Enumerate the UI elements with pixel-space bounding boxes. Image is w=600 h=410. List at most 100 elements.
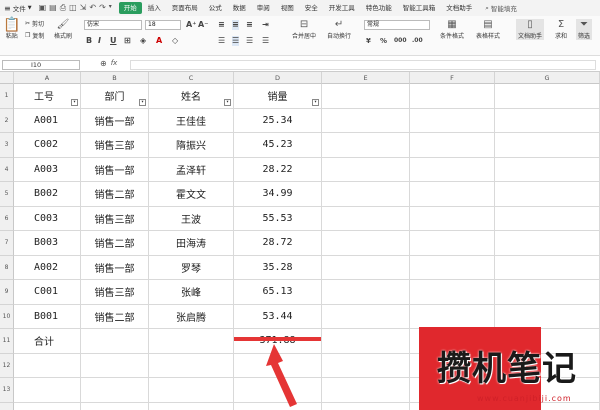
cell-G2[interactable] bbox=[495, 108, 600, 133]
preview-icon[interactable]: ◫ bbox=[69, 3, 77, 13]
underline-button[interactable]: U bbox=[110, 36, 117, 46]
format-painter-button[interactable]: 🖌 格式刷 bbox=[54, 19, 72, 40]
cell-E8[interactable] bbox=[322, 255, 410, 280]
column-header-C[interactable]: C bbox=[149, 72, 234, 84]
filter-dropdown-icon[interactable]: ▾ bbox=[224, 98, 231, 106]
fill-color-icon[interactable]: ◈ bbox=[140, 36, 146, 46]
cell-E3[interactable] bbox=[322, 133, 410, 158]
align-top-icon[interactable]: ≡ bbox=[218, 20, 225, 30]
tab-3[interactable]: 公式 bbox=[204, 2, 227, 14]
cell-G4[interactable] bbox=[495, 157, 600, 182]
italic-button[interactable]: I bbox=[98, 36, 101, 46]
column-header-F[interactable]: F bbox=[410, 72, 495, 84]
align-left-icon[interactable]: ☰ bbox=[218, 36, 225, 46]
row-header-7[interactable]: 7 bbox=[0, 231, 14, 256]
cell-C14[interactable] bbox=[149, 402, 234, 410]
border-icon[interactable]: ⊞ bbox=[124, 36, 131, 46]
cell-A14[interactable] bbox=[14, 402, 81, 410]
cell-F6[interactable] bbox=[410, 206, 495, 231]
cell-C3[interactable]: 隋振兴 bbox=[149, 133, 234, 158]
undo-icon[interactable]: ↶ bbox=[89, 3, 96, 13]
cell-F4[interactable] bbox=[410, 157, 495, 182]
cell-B2[interactable]: 销售一部 bbox=[81, 108, 149, 133]
filter-dropdown-icon[interactable]: ▾ bbox=[71, 98, 78, 106]
row-header-8[interactable]: 8 bbox=[0, 255, 14, 280]
row-header-14[interactable]: 14 bbox=[0, 402, 14, 410]
justify-icon[interactable]: ☰ bbox=[262, 36, 269, 46]
tab-7[interactable]: 安全 bbox=[300, 2, 323, 14]
cell-G1[interactable] bbox=[495, 84, 600, 109]
cell-E13[interactable] bbox=[322, 378, 410, 403]
open-icon[interactable]: ▤ bbox=[49, 3, 57, 13]
row-header-4[interactable]: 4 bbox=[0, 157, 14, 182]
cell-B3[interactable]: 销售三部 bbox=[81, 133, 149, 158]
thousands-icon[interactable]: 000 bbox=[394, 36, 407, 46]
cell-B9[interactable]: 销售三部 bbox=[81, 280, 149, 305]
row-header-12[interactable]: 12 bbox=[0, 353, 14, 378]
clear-format-icon[interactable]: ◇ bbox=[172, 36, 178, 46]
tab-10[interactable]: 智能工具箱 bbox=[398, 2, 441, 14]
cell-G7[interactable] bbox=[495, 231, 600, 256]
cell-C12[interactable] bbox=[149, 353, 234, 378]
cell-C10[interactable]: 张启腾 bbox=[149, 304, 234, 329]
cell-F5[interactable] bbox=[410, 182, 495, 207]
cell-E11[interactable] bbox=[322, 329, 410, 354]
cell-F8[interactable] bbox=[410, 255, 495, 280]
shrink-font-icon[interactable]: A⁻ bbox=[198, 20, 208, 30]
cell-F3[interactable] bbox=[410, 133, 495, 158]
cell-B13[interactable] bbox=[81, 378, 149, 403]
cell-D8[interactable]: 35.28 bbox=[234, 255, 322, 280]
cell-A8[interactable]: A002 bbox=[14, 255, 81, 280]
cell-A2[interactable]: A001 bbox=[14, 108, 81, 133]
cell-B1[interactable]: 部门 ▾ bbox=[81, 84, 149, 109]
cell-D10[interactable]: 53.44 bbox=[234, 304, 322, 329]
cell-B11[interactable] bbox=[81, 329, 149, 354]
align-bottom-icon[interactable]: ≡ bbox=[246, 20, 253, 30]
cell-D4[interactable]: 28.22 bbox=[234, 157, 322, 182]
cell-C5[interactable]: 霍文文 bbox=[149, 182, 234, 207]
cell-D6[interactable]: 55.53 bbox=[234, 206, 322, 231]
font-name-select[interactable]: 仿宋 bbox=[84, 20, 142, 30]
cell-B7[interactable]: 销售二部 bbox=[81, 231, 149, 256]
save-icon[interactable]: ▣ bbox=[39, 3, 47, 13]
fx-icon[interactable]: fx bbox=[111, 59, 118, 68]
cell-E2[interactable] bbox=[322, 108, 410, 133]
column-header-E[interactable]: E bbox=[322, 72, 410, 84]
cell-B6[interactable]: 销售三部 bbox=[81, 206, 149, 231]
cell-D5[interactable]: 34.99 bbox=[234, 182, 322, 207]
cell-F7[interactable] bbox=[410, 231, 495, 256]
cell-C8[interactable]: 罗琴 bbox=[149, 255, 234, 280]
decimal-icon[interactable]: .00 bbox=[412, 36, 423, 46]
cell-E5[interactable] bbox=[322, 182, 410, 207]
cell-E10[interactable] bbox=[322, 304, 410, 329]
cell-A12[interactable] bbox=[14, 353, 81, 378]
cell-E7[interactable] bbox=[322, 231, 410, 256]
cell-D11[interactable]: 371.88 bbox=[234, 329, 322, 354]
cell-F1[interactable] bbox=[410, 84, 495, 109]
conditional-format-button[interactable]: ▦ 条件格式 bbox=[440, 19, 464, 40]
select-all-corner[interactable] bbox=[0, 72, 14, 84]
cell-A13[interactable] bbox=[14, 378, 81, 403]
cell-D2[interactable]: 25.34 bbox=[234, 108, 322, 133]
column-header-G[interactable]: G bbox=[495, 72, 600, 84]
row-header-10[interactable]: 10 bbox=[0, 304, 14, 329]
cell-E9[interactable] bbox=[322, 280, 410, 305]
tab-9[interactable]: 特色功能 bbox=[361, 2, 397, 14]
cell-B10[interactable]: 销售二部 bbox=[81, 304, 149, 329]
cell-C6[interactable]: 王波 bbox=[149, 206, 234, 231]
font-size-select[interactable]: 18 bbox=[145, 20, 181, 30]
merge-center-button[interactable]: ⊟ 合并居中 bbox=[292, 19, 316, 40]
cell-A11[interactable]: 合计 bbox=[14, 329, 81, 354]
name-box[interactable]: I10 bbox=[2, 60, 80, 70]
sum-button[interactable]: Σ 求和 bbox=[555, 19, 567, 40]
row-header-3[interactable]: 3 bbox=[0, 133, 14, 158]
cell-B12[interactable] bbox=[81, 353, 149, 378]
cell-A6[interactable]: C003 bbox=[14, 206, 81, 231]
align-middle-icon[interactable]: ≡ bbox=[232, 20, 239, 30]
cell-C13[interactable] bbox=[149, 378, 234, 403]
cell-D13[interactable] bbox=[234, 378, 322, 403]
auto-wrap-button[interactable]: ↵ 自动换行 bbox=[327, 19, 351, 40]
zoom-icon[interactable]: ⊕ bbox=[100, 59, 107, 68]
cell-B14[interactable] bbox=[81, 402, 149, 410]
cell-F2[interactable] bbox=[410, 108, 495, 133]
